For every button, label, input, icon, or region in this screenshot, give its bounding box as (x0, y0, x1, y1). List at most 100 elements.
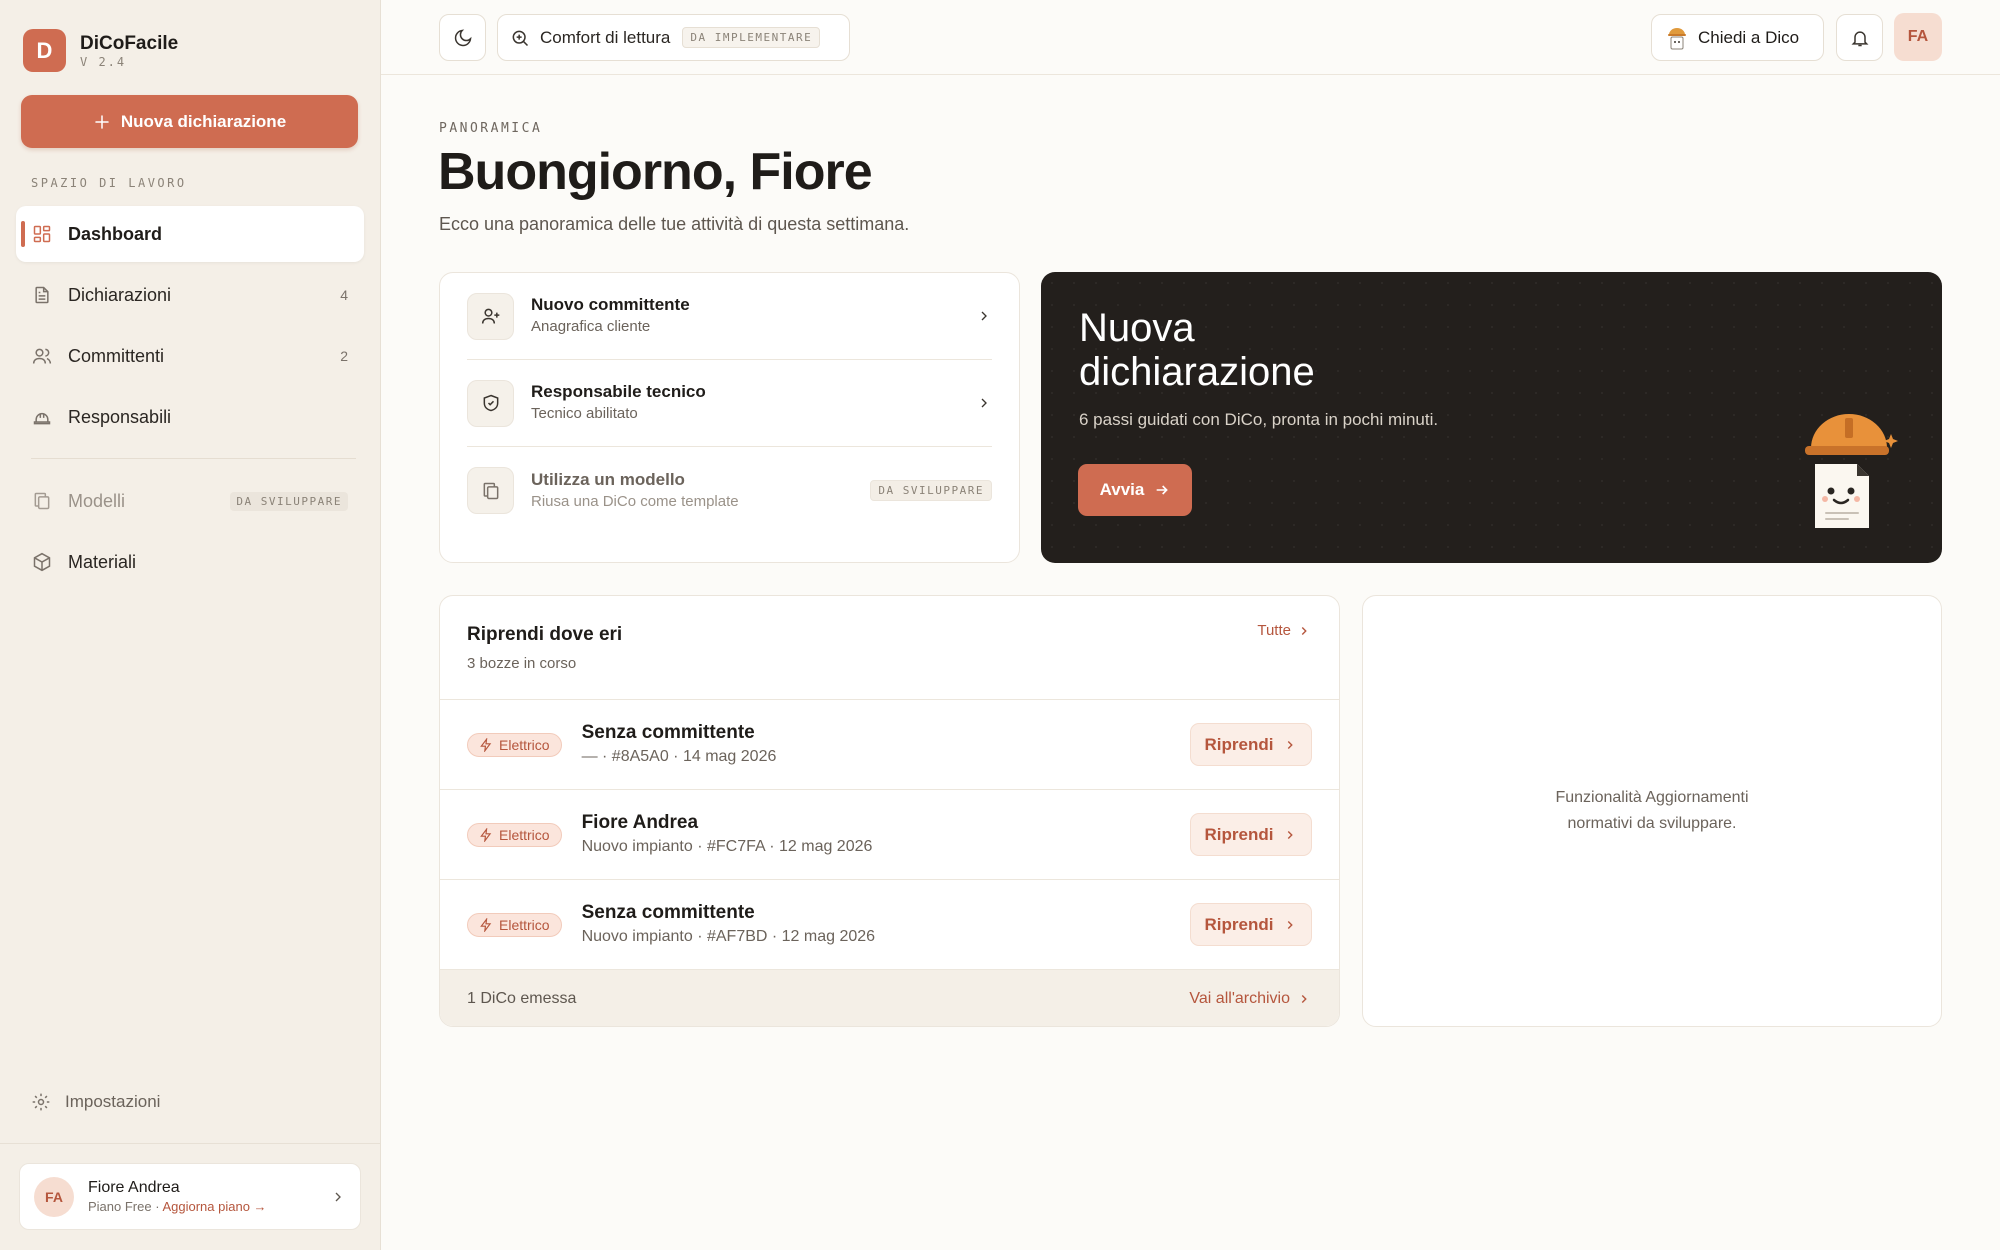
user-plan: Piano Free (88, 1198, 152, 1214)
ask-dico-button[interactable]: Chiedi a Dico (1651, 14, 1824, 61)
sidebar-item-label: Materiali (68, 551, 137, 572)
all-drafts-label: Tutte (1257, 622, 1291, 639)
new-declaration-label: Nuova dichiarazione (120, 111, 287, 131)
action-icon-box (467, 467, 514, 514)
reading-comfort-label: Comfort di lettura (540, 27, 671, 47)
start-button-label: Avvia (1099, 480, 1145, 499)
arrow-right-icon (1157, 485, 1169, 495)
start-button[interactable]: Avvia (1078, 464, 1192, 516)
plan-separator: · (155, 1198, 160, 1214)
ask-dico-label: Chiedi a Dico (1698, 27, 1800, 47)
resume-draft-button[interactable]: Riprendi (1190, 723, 1312, 766)
dev-badge: DA SVILUPPARE (870, 480, 992, 501)
draft-row[interactable]: Elettrico Senza committente Nuovo impian… (440, 880, 1339, 970)
chevron-right-icon (1288, 920, 1294, 929)
resume-footer: 1 DiCo emessa Vai all'archivio (440, 970, 1339, 1026)
brand[interactable]: D DiCoFacile V 2.4 (23, 29, 178, 72)
new-declaration-hero: Nuova dichiarazione 6 passi guidati con … (1041, 272, 1942, 563)
sidebar-item-label: Dashboard (68, 223, 163, 244)
use-template-action[interactable]: Utilizza un modello Riusa una DiCo come … (467, 447, 992, 534)
technical-manager-action[interactable]: Responsabile tecnico Tecnico abilitato (467, 360, 992, 447)
gear-icon (32, 1093, 50, 1111)
resume-drafts-card: Riprendi dove eri 3 bozze in corso Tutte… (439, 595, 1340, 1027)
sidebar-item-materiali[interactable]: Materiali (16, 534, 364, 590)
grid-icon (33, 225, 51, 243)
brand-logo: D (23, 29, 66, 72)
chevron-right-icon (981, 398, 987, 408)
category-tag-label: Elettrico (499, 826, 550, 843)
draft-meta: — · #8A5A0 · 14 mag 2026 (581, 747, 777, 765)
notifications-button[interactable] (1836, 14, 1883, 61)
new-client-action[interactable]: Nuovo committente Anagrafica cliente (467, 273, 992, 360)
settings-link[interactable]: Impostazioni (31, 1092, 160, 1112)
dico-mascot-icon (1668, 27, 1686, 49)
copy-icon (34, 492, 50, 510)
action-icon-box (467, 292, 514, 340)
category-tag-label: Elettrico (499, 916, 550, 933)
quick-actions-card: Nuovo committente Anagrafica cliente Res… (439, 272, 1020, 563)
category-tag: Elettrico (467, 732, 562, 757)
updates-placeholder-text: Funzionalità Aggiornamenti normativi da … (1555, 789, 1749, 832)
lightning-icon (480, 737, 492, 752)
sidebar-item-responsabili[interactable]: Responsabili (16, 389, 364, 445)
sidebar-item-dichiarazioni[interactable]: Dichiarazioni 4 (16, 267, 364, 323)
sidebar-footer-divider (0, 1143, 380, 1144)
draft-row[interactable]: Elettrico Senza committente — · #8A5A0 ·… (440, 700, 1339, 790)
dev-badge: DA SVILUPPARE (230, 491, 348, 511)
draft-row[interactable]: Elettrico Fiore Andrea Nuovo impianto · … (440, 790, 1339, 880)
sidebar-item-label: Committenti (68, 345, 165, 366)
theme-toggle-button[interactable] (439, 14, 486, 61)
helmet-icon (33, 412, 51, 425)
action-title: Utilizza un modello (531, 469, 685, 489)
action-icon-box (467, 379, 514, 427)
regulatory-updates-card: Funzionalità Aggiornamenti normativi da … (1362, 595, 1942, 1027)
chevron-right-icon (1301, 994, 1307, 1003)
sidebar-item-label: Dichiarazioni (68, 284, 172, 305)
action-title: Responsabile tecnico (531, 382, 706, 401)
sidebar-divider (31, 458, 356, 459)
resume-button-label: Riprendi (1204, 824, 1274, 844)
chevron-right-icon (1288, 830, 1294, 839)
moon-icon (454, 28, 472, 46)
category-tag: Elettrico (467, 912, 562, 937)
action-title: Nuovo committente (531, 295, 690, 314)
resume-draft-button[interactable]: Riprendi (1190, 903, 1312, 946)
resume-draft-button[interactable]: Riprendi (1190, 813, 1312, 856)
chevron-right-icon (335, 1192, 341, 1201)
sidebar-item-modelli[interactable]: Modelli DA SVILUPPARE (16, 473, 364, 529)
user-plus-icon (481, 308, 499, 324)
sidebar-item-dashboard[interactable]: Dashboard (16, 206, 364, 262)
document-icon (35, 286, 49, 304)
hero-title: Nuova dichiarazione (1079, 306, 1315, 394)
action-subtitle: Tecnico abilitato (531, 405, 638, 422)
chevron-right-icon (981, 311, 987, 321)
upgrade-plan-link[interactable]: Aggiorna piano → (162, 1199, 266, 1214)
new-declaration-button[interactable]: Nuova dichiarazione (21, 95, 358, 148)
draft-title: Fiore Andrea (581, 811, 699, 833)
issued-count: 1 DiCo emessa (467, 989, 577, 1007)
brand-version: V 2.4 (80, 54, 127, 69)
category-tag-label: Elettrico (499, 736, 550, 753)
box-icon (33, 552, 51, 572)
sidebar-item-committenti[interactable]: Committenti 2 (16, 328, 364, 384)
sidebar-item-count: 4 (340, 287, 348, 303)
implement-badge: DA IMPLEMENTARE (682, 27, 821, 48)
brand-name: DiCoFacile (80, 32, 179, 54)
archive-link[interactable]: Vai all'archivio (1189, 990, 1311, 1008)
sidebar-item-count: 2 (340, 348, 348, 364)
settings-label: Impostazioni (65, 1092, 161, 1111)
sidebar-item-label: Responsabili (68, 406, 172, 427)
user-card[interactable]: FA Fiore Andrea Piano Free · Aggiorna pi… (19, 1163, 361, 1230)
resume-button-label: Riprendi (1204, 914, 1274, 934)
resume-button-label: Riprendi (1204, 734, 1274, 754)
page-eyebrow: PANORAMICA (439, 121, 543, 136)
sidebar-item-label: Modelli (68, 490, 126, 511)
topbar: Comfort di lettura DA IMPLEMENTARE Chied… (381, 0, 2000, 75)
lightning-icon (480, 827, 492, 842)
avatar[interactable]: FA (1894, 13, 1942, 61)
zoom-in-icon (512, 30, 529, 46)
action-subtitle: Anagrafica cliente (531, 318, 651, 335)
workspace-section-label: SPAZIO DI LAVORO (31, 176, 187, 190)
all-drafts-link[interactable]: Tutte (1257, 622, 1311, 639)
reading-comfort-button[interactable]: Comfort di lettura DA IMPLEMENTARE (497, 14, 850, 61)
